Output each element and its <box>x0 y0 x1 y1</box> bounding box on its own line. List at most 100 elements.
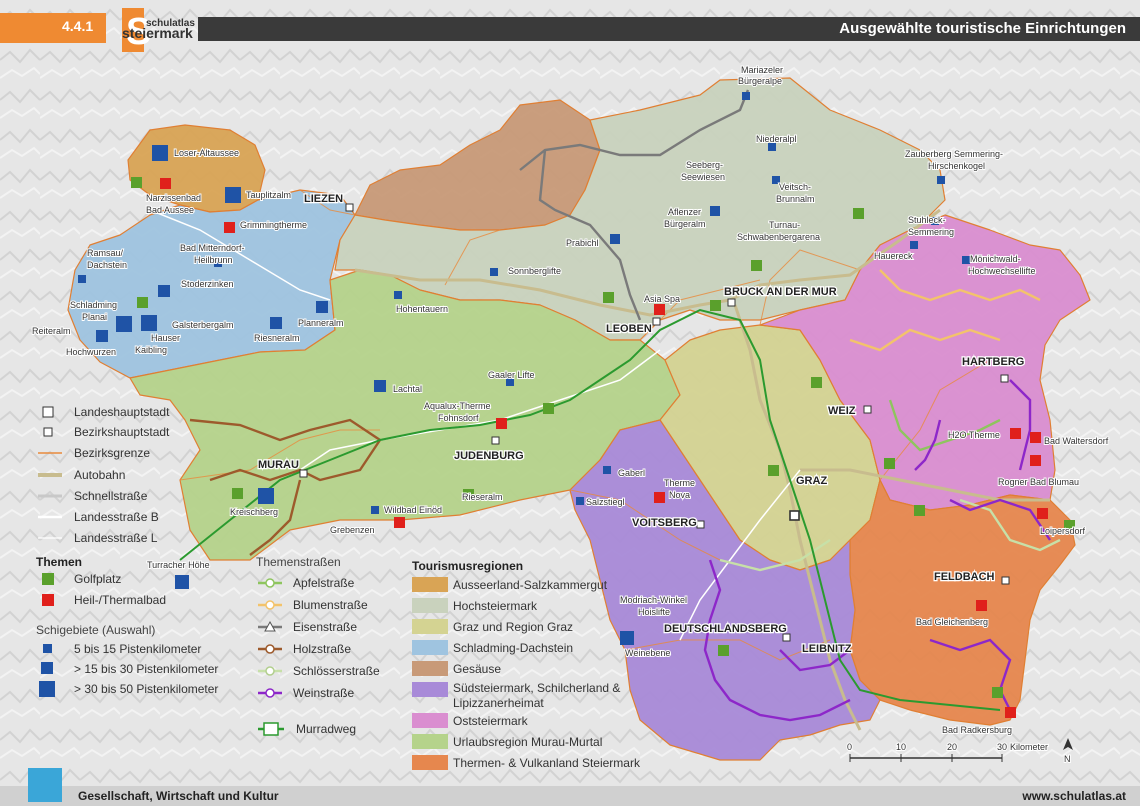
svg-text:Modriach-Winkel: Modriach-Winkel <box>620 595 687 605</box>
svg-text:Therme: Therme <box>664 478 695 488</box>
svg-text:Weinebene: Weinebene <box>625 648 670 658</box>
svg-text:Thermen- & Vulkanland Steierma: Thermen- & Vulkanland Steiermark <box>453 756 641 770</box>
svg-text:Turnau-: Turnau- <box>769 220 800 230</box>
svg-text:Weinstraße: Weinstraße <box>293 686 354 700</box>
map-canvas: LIEZEN BRUCK AN DER MUR LEOBEN MURAU JUD… <box>0 0 1140 806</box>
golf-icon <box>914 505 925 516</box>
svg-text:Dachstein: Dachstein <box>87 260 127 270</box>
spa-icon <box>1030 432 1041 443</box>
district-capital-label: BRUCK AN DER MUR <box>724 286 837 298</box>
district-capital-label: HARTBERG <box>962 356 1024 368</box>
spa-icon <box>496 418 507 429</box>
svg-text:20: 20 <box>947 742 957 752</box>
people-icon <box>28 768 62 802</box>
svg-text:Grimmingtherme: Grimmingtherme <box>240 220 307 230</box>
svg-text:Graz und Region Graz: Graz und Region Graz <box>453 620 573 634</box>
svg-text:Urlaubsregion Murau-Murtal: Urlaubsregion Murau-Murtal <box>453 735 602 749</box>
ski-icon <box>152 145 168 161</box>
svg-text:Loipersdorf: Loipersdorf <box>1040 526 1086 536</box>
svg-text:> 15 bis 30 Pistenkilometer: > 15 bis 30 Pistenkilometer <box>74 662 218 676</box>
svg-text:Hauereck: Hauereck <box>874 251 913 261</box>
svg-text:Prabichl: Prabichl <box>566 238 599 248</box>
svg-text:Schnellstraße: Schnellstraße <box>74 489 148 503</box>
svg-text:Narzissenbad: Narzissenbad <box>146 193 201 203</box>
svg-text:Tourismusregionen: Tourismusregionen <box>412 559 523 573</box>
spa-icon <box>1010 428 1021 439</box>
footer-category: Gesellschaft, Wirtschaft und Kultur <box>78 789 279 803</box>
state-capital-label: GRAZ <box>796 475 827 487</box>
svg-text:Kreischberg: Kreischberg <box>230 507 278 517</box>
ski-icon <box>610 234 620 244</box>
ski-icon <box>937 176 945 184</box>
spa-icon <box>1037 508 1048 519</box>
ski-icon <box>490 268 498 276</box>
ski-icon <box>41 662 53 674</box>
footer-url[interactable]: www.schulatlas.at <box>1022 789 1126 803</box>
svg-text:Lipizzanerheimat: Lipizzanerheimat <box>453 696 544 710</box>
golf-icon <box>543 403 554 414</box>
svg-text:Themenstraßen: Themenstraßen <box>256 555 341 569</box>
svg-text:Landesstraße B: Landesstraße B <box>74 510 159 524</box>
svg-text:Loser-Altaussee: Loser-Altaussee <box>174 148 239 158</box>
svg-text:Hochwurzen: Hochwurzen <box>66 347 116 357</box>
section-number: 4.4.1 <box>62 18 94 34</box>
svg-text:Aqualux-Therme: Aqualux-Therme <box>424 401 491 411</box>
golf-icon <box>718 645 729 656</box>
svg-text:Bad Waltersdorf: Bad Waltersdorf <box>1044 436 1109 446</box>
district-capital-label: LIEZEN <box>304 193 343 205</box>
ski-icon <box>371 506 379 514</box>
svg-text:Seeberg-: Seeberg- <box>686 160 723 170</box>
ski-icon <box>158 285 170 297</box>
schulatlas-logo: S schulatlas steiermark <box>122 8 195 53</box>
svg-text:Kaibling: Kaibling <box>135 345 167 355</box>
svg-text:Hirschenkogel: Hirschenkogel <box>928 161 985 171</box>
svg-text:Lachtal: Lachtal <box>393 384 422 394</box>
ski-icon <box>316 301 328 313</box>
ski-icon <box>78 275 86 283</box>
svg-text:Schlösserstraße: Schlösserstraße <box>293 664 380 678</box>
svg-text:> 30 bis 50 Pistenkilometer: > 30 bis 50 Pistenkilometer <box>74 682 218 696</box>
svg-text:30: 30 <box>997 742 1007 752</box>
spa-icon <box>42 594 54 606</box>
svg-text:Schigebiete (Auswahl): Schigebiete (Auswahl) <box>36 623 155 637</box>
svg-text:Gaberl: Gaberl <box>618 468 645 478</box>
svg-text:Bürgeralpe: Bürgeralpe <box>738 76 782 86</box>
svg-text:Asia Spa: Asia Spa <box>644 294 680 304</box>
svg-text:Riesneralm: Riesneralm <box>254 333 300 343</box>
svg-text:Schwabenbergarena: Schwabenbergarena <box>737 232 820 242</box>
svg-text:Hochsteiermark: Hochsteiermark <box>453 599 538 613</box>
svg-text:Reiteralm: Reiteralm <box>32 326 71 336</box>
svg-text:Eisenstraße: Eisenstraße <box>293 620 357 634</box>
ski-icon <box>603 466 611 474</box>
ski-icon <box>768 143 776 151</box>
golf-icon <box>768 465 779 476</box>
svg-text:Ramsau/: Ramsau/ <box>87 248 124 258</box>
ski-icon <box>374 380 386 392</box>
svg-text:Apfelstraße: Apfelstraße <box>293 576 355 590</box>
district-capital-label: LEIBNITZ <box>802 643 852 655</box>
svg-text:Rieseralm: Rieseralm <box>462 492 503 502</box>
svg-text:Turracher Höhe: Turracher Höhe <box>147 560 210 570</box>
spa-icon <box>654 492 665 503</box>
svg-text:Holzstraße: Holzstraße <box>293 642 351 656</box>
svg-text:Gesäuse: Gesäuse <box>453 662 501 676</box>
golf-icon <box>42 573 54 585</box>
spa-icon <box>394 517 405 528</box>
svg-text:Grebenzen: Grebenzen <box>330 525 375 535</box>
ski-icon <box>710 206 720 216</box>
svg-text:Blumenstraße: Blumenstraße <box>293 598 368 612</box>
ski-icon <box>394 291 402 299</box>
svg-text:Mariazeler: Mariazeler <box>741 65 783 75</box>
golf-icon <box>853 208 864 219</box>
ski-icon <box>225 187 241 203</box>
svg-text:N: N <box>1064 754 1071 764</box>
ski-icon <box>96 330 108 342</box>
svg-text:Autobahn: Autobahn <box>74 468 125 482</box>
district-capital-label: VOITSBERG <box>632 517 697 529</box>
svg-text:Landeshauptstadt: Landeshauptstadt <box>74 405 170 419</box>
ski-icon <box>620 631 634 645</box>
ski-icon <box>39 681 55 697</box>
svg-text:10: 10 <box>896 742 906 752</box>
svg-text:Sonnberglifte: Sonnberglifte <box>508 266 561 276</box>
svg-text:Mönichwald-: Mönichwald- <box>970 254 1021 264</box>
